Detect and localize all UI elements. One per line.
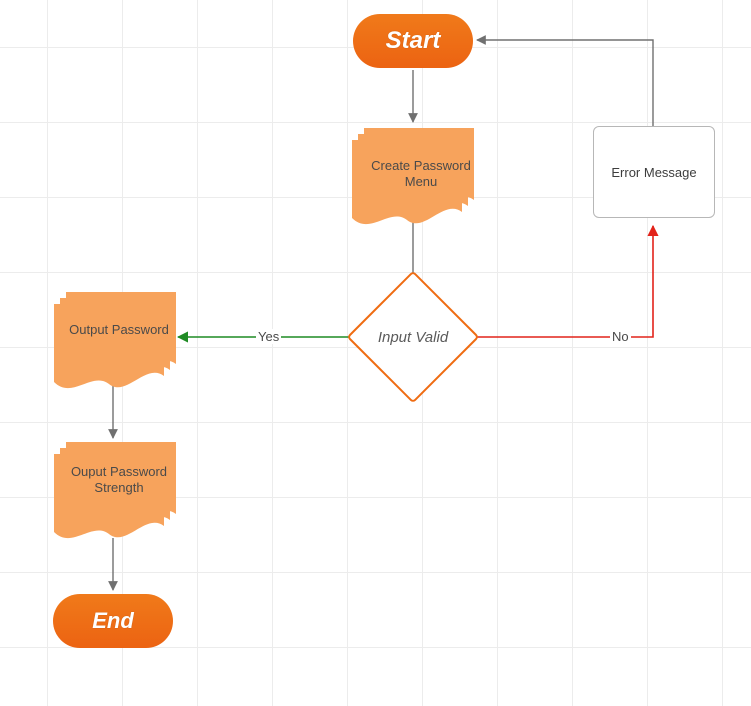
edge-label-no: No (610, 329, 631, 344)
node-input-valid-label: Input Valid (366, 290, 460, 384)
node-input-valid[interactable]: Input Valid (366, 290, 460, 384)
node-error-message-label: Error Message (611, 165, 696, 180)
node-start-label: Start (386, 27, 441, 55)
node-output-password-strength[interactable]: Ouput Password Strength (64, 464, 174, 497)
node-create-password-menu[interactable]: Create Password Menu (366, 158, 476, 191)
node-end-label: End (92, 608, 134, 634)
node-end[interactable]: End (53, 594, 173, 648)
flowchart-canvas: Create Password Menu Output Password Oup… (0, 0, 751, 706)
node-output-password[interactable]: Output Password (64, 322, 174, 338)
edge-label-yes: Yes (256, 329, 281, 344)
node-error-message[interactable]: Error Message (593, 126, 715, 218)
node-start[interactable]: Start (353, 14, 473, 68)
